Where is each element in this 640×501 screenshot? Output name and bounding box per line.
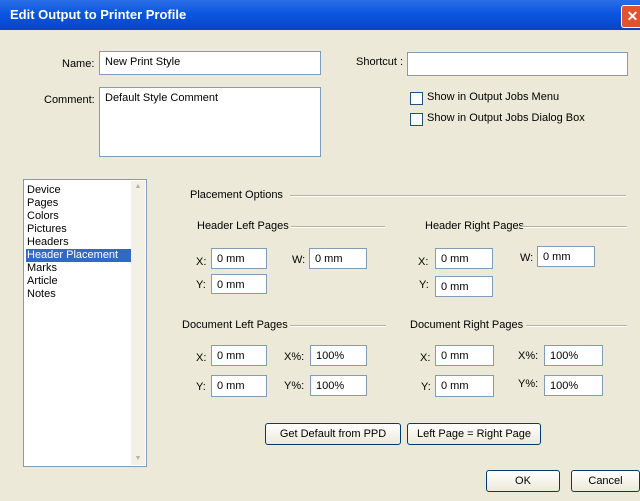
- doc-left-divider: [290, 325, 386, 327]
- cancel-button[interactable]: Cancel: [571, 470, 640, 492]
- comment-textarea[interactable]: Default Style Comment: [99, 87, 321, 157]
- ok-button[interactable]: OK: [486, 470, 560, 492]
- header-left-divider: [291, 226, 385, 228]
- header-right-divider: [521, 226, 627, 228]
- header-right-y-label: Y:: [419, 279, 429, 291]
- title-bar: Edit Output to Printer Profile ✕: [0, 0, 640, 30]
- doc-right-title: Document Right Pages: [410, 319, 524, 331]
- list-item-pages[interactable]: Pages: [26, 197, 131, 210]
- header-right-x-input[interactable]: 0 mm: [435, 248, 493, 269]
- list-item-article[interactable]: Article: [26, 275, 131, 288]
- category-list[interactable]: Device Pages Colors Pictures Headers Hea…: [23, 179, 147, 467]
- doc-left-xpct-input[interactable]: 100%: [310, 345, 367, 366]
- list-scrollbar[interactable]: ▲ ▼: [131, 181, 145, 465]
- name-label: Name:: [62, 58, 95, 70]
- window-title: Edit Output to Printer Profile: [10, 7, 187, 22]
- doc-right-y-input[interactable]: 0 mm: [435, 375, 494, 397]
- list-item-colors[interactable]: Colors: [26, 210, 131, 223]
- doc-right-ypct-label: Y%:: [518, 378, 539, 390]
- header-right-w-input[interactable]: 0 mm: [537, 246, 595, 267]
- shortcut-input[interactable]: [407, 52, 628, 76]
- close-icon[interactable]: ✕: [621, 5, 640, 28]
- doc-right-divider: [526, 325, 627, 327]
- header-left-title: Header Left Pages: [197, 220, 289, 232]
- list-item-marks[interactable]: Marks: [26, 262, 131, 275]
- header-left-w-input[interactable]: 0 mm: [309, 248, 367, 269]
- doc-left-y-input[interactable]: 0 mm: [211, 375, 267, 397]
- doc-left-x-input[interactable]: 0 mm: [211, 345, 267, 366]
- header-left-y-input[interactable]: 0 mm: [211, 274, 267, 294]
- list-item-pictures[interactable]: Pictures: [26, 223, 131, 236]
- scroll-up-icon[interactable]: ▲: [131, 181, 145, 193]
- left-equals-right-button[interactable]: Left Page = Right Page: [407, 423, 541, 445]
- header-left-x-input[interactable]: 0 mm: [211, 248, 267, 269]
- list-item-headers[interactable]: Headers: [26, 236, 131, 249]
- doc-right-y-label: Y:: [421, 381, 431, 393]
- header-right-title: Header Right Pages: [425, 220, 525, 232]
- doc-left-y-label: Y:: [196, 381, 206, 393]
- comment-label: Comment:: [44, 94, 95, 106]
- list-item-header-placement[interactable]: Header Placement: [26, 249, 131, 262]
- doc-left-xpct-label: X%:: [284, 351, 305, 363]
- placement-options-title: Placement Options: [190, 189, 283, 201]
- doc-left-ypct-label: Y%:: [284, 380, 305, 392]
- doc-left-ypct-input[interactable]: 100%: [310, 375, 367, 396]
- header-left-x-label: X:: [196, 256, 207, 268]
- placement-divider: [290, 195, 626, 197]
- header-left-y-label: Y:: [196, 279, 206, 291]
- doc-right-xpct-label: X%:: [518, 350, 539, 362]
- printer-profile-dialog: Edit Output to Printer Profile ✕ Name: N…: [0, 0, 640, 501]
- show-in-dialog-label: Show in Output Jobs Dialog Box: [427, 112, 585, 124]
- list-item-notes[interactable]: Notes: [26, 288, 131, 301]
- header-right-y-input[interactable]: 0 mm: [435, 276, 493, 297]
- show-in-menu-checkbox[interactable]: [410, 92, 423, 105]
- header-left-w-label: W:: [292, 254, 306, 266]
- header-right-w-label: W:: [520, 252, 534, 264]
- doc-right-x-input[interactable]: 0 mm: [435, 345, 494, 366]
- show-in-menu-label: Show in Output Jobs Menu: [427, 91, 560, 103]
- doc-left-title: Document Left Pages: [182, 319, 288, 331]
- show-in-dialog-checkbox[interactable]: [410, 113, 423, 126]
- get-default-ppd-button[interactable]: Get Default from PPD: [265, 423, 401, 445]
- shortcut-label: Shortcut :: [356, 56, 404, 68]
- header-right-x-label: X:: [418, 256, 429, 268]
- doc-right-x-label: X:: [420, 352, 431, 364]
- name-input[interactable]: New Print Style: [99, 51, 321, 75]
- scroll-down-icon[interactable]: ▼: [131, 453, 145, 465]
- doc-right-xpct-input[interactable]: 100%: [544, 345, 603, 366]
- doc-right-ypct-input[interactable]: 100%: [544, 375, 603, 396]
- doc-left-x-label: X:: [196, 352, 207, 364]
- list-item-device[interactable]: Device: [26, 184, 131, 197]
